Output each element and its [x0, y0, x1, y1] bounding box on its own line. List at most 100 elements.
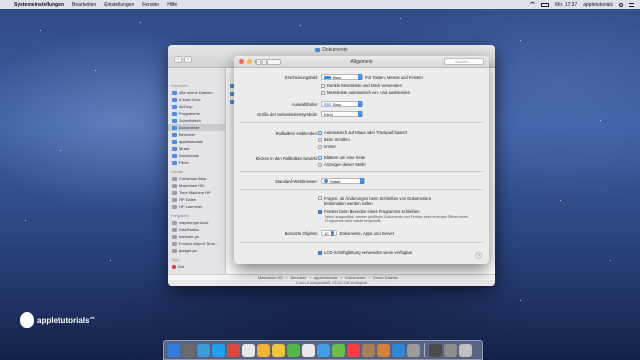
- dock-app-icon[interactable]: [392, 343, 405, 357]
- menu-app-name[interactable]: Systemeinstellungen: [14, 2, 64, 8]
- sidebar-item-shared[interactable]: hamster-pc: [168, 233, 225, 240]
- sidebar-item-device[interactable]: Time Machine HP: [168, 189, 225, 196]
- radio-button[interactable]: [318, 155, 322, 160]
- radio-button[interactable]: [318, 130, 322, 135]
- ask-keep-checkbox[interactable]: [318, 196, 322, 200]
- dark-menu-checkbox[interactable]: [321, 83, 325, 88]
- click-scroll-option[interactable]: Blättern um eine Seite: [318, 155, 365, 160]
- sidebar-item-shared[interactable]: DiskStation: [168, 226, 225, 233]
- radio-button[interactable]: [318, 137, 322, 142]
- notification-center-icon[interactable]: [629, 2, 634, 7]
- dock-app-icon[interactable]: [444, 343, 457, 357]
- dock-app-icon[interactable]: [362, 343, 375, 357]
- apple-logo-icon: [20, 312, 34, 328]
- scrollbars-label: Rollbalken einblenden:: [275, 131, 318, 136]
- sidebar-item-tag-red[interactable]: Rot: [168, 263, 225, 270]
- desktop-icon: [172, 118, 177, 123]
- search-input[interactable]: Suchen: [444, 58, 484, 65]
- sidebar-item-programs[interactable]: Programme: [168, 110, 225, 117]
- spotlight-icon[interactable]: [619, 2, 623, 7]
- dock-app-icon[interactable]: [272, 343, 285, 357]
- menu-item-hilfe[interactable]: Hilfe: [167, 2, 177, 8]
- sidebar-item-shared[interactable]: gadget-pc: [168, 247, 225, 254]
- close-windows-row[interactable]: Fenster beim Beenden eines Programms sch…: [318, 209, 419, 214]
- sidebar-item-users[interactable]: Benutzer: [168, 131, 225, 138]
- highlight-popup[interactable]: Blau ⌃: [321, 101, 363, 107]
- lcd-checkbox[interactable]: [318, 250, 322, 255]
- auto-hide-checkbox[interactable]: [321, 90, 325, 95]
- menu-clock[interactable]: Mo. 17:37: [555, 2, 577, 8]
- back-icon[interactable]: ‹: [174, 56, 182, 63]
- dock-separator: [424, 343, 425, 357]
- dock-app-icon[interactable]: [197, 343, 210, 357]
- dock-app-icon[interactable]: [377, 343, 390, 357]
- red-tag-icon: [172, 264, 176, 269]
- dock-app-icon[interactable]: [257, 343, 270, 357]
- sidebar-size-label: Größe der Seitenleistensymbole:: [257, 112, 318, 117]
- downloads-icon: [172, 153, 177, 158]
- battery-icon[interactable]: [541, 2, 549, 7]
- help-button[interactable]: ?: [475, 252, 482, 259]
- dock-app-icon[interactable]: [302, 343, 315, 357]
- recent-items-stepper[interactable]: 10: [321, 230, 338, 236]
- dock-app-icon[interactable]: [407, 343, 420, 357]
- divider: [240, 171, 483, 172]
- safari-icon: [324, 179, 328, 183]
- scrollbars-option[interactable]: Automatisch auf Maus oder Trackpad basie…: [318, 130, 407, 135]
- dock-app-icon[interactable]: [347, 343, 360, 357]
- sidebar-item-downloads[interactable]: Downloads: [168, 152, 225, 159]
- menu-item-fenster[interactable]: Fenster: [142, 2, 159, 8]
- sidebar-item-movies[interactable]: Filme: [168, 159, 225, 166]
- dock-app-icon[interactable]: [227, 343, 240, 357]
- search-placeholder: Suchen: [455, 59, 469, 64]
- sidebar-item-airdrop[interactable]: AirDrop: [168, 103, 225, 110]
- dock-app-icon[interactable]: [182, 343, 195, 357]
- dark-menu-row[interactable]: Dunkle Menüleiste und Dock verwenden: [321, 83, 402, 88]
- dock-app-icon[interactable]: [212, 343, 225, 357]
- dock-app-icon[interactable]: [317, 343, 330, 357]
- sidebar-item-music[interactable]: Musik: [168, 145, 225, 152]
- menu-item-einstellungen[interactable]: Einstellungen: [104, 2, 134, 8]
- star: [300, 25, 301, 26]
- sidebar-size-popup[interactable]: Klein ⌃: [321, 111, 363, 117]
- close-windows-checkbox[interactable]: [318, 209, 322, 214]
- sidebar-item-device[interactable]: HP Daten: [168, 196, 225, 203]
- sidebar-item-shared[interactable]: raspberrypi.local: [168, 219, 225, 226]
- all-files-icon: [172, 90, 177, 95]
- sidebar-item-device[interactable]: HP Launcher: [168, 203, 225, 210]
- browser-popup[interactable]: Safari ⌃: [321, 178, 365, 184]
- dock-app-icon[interactable]: [429, 343, 442, 357]
- dock-app-icon[interactable]: [167, 343, 180, 357]
- dock-app-icon[interactable]: [242, 343, 255, 357]
- radio-button[interactable]: [318, 144, 322, 149]
- menu-user[interactable]: appletutorials: [583, 2, 613, 8]
- wifi-icon[interactable]: [530, 2, 535, 7]
- scrollbars-option[interactable]: Beim Scrollen: [318, 137, 350, 142]
- scrollbars-option[interactable]: Immer: [318, 144, 336, 149]
- auto-hide-row[interactable]: Menüleiste automatisch ein- und ausblend…: [321, 90, 410, 95]
- dock-app-icon[interactable]: [459, 343, 472, 357]
- sidebar-item-all-files[interactable]: Alle meine Dateien: [168, 89, 225, 96]
- radio-button[interactable]: [318, 162, 322, 167]
- sidebar-item-desktop[interactable]: Schreibtisch: [168, 117, 225, 124]
- forward-icon[interactable]: ›: [184, 56, 192, 63]
- sidebar-head-shared: Freigaben: [171, 213, 190, 218]
- sidebar-item-shared[interactable]: Fronius Airport Time…: [168, 240, 225, 247]
- home-icon: [172, 139, 177, 144]
- sidebar-item-icloud[interactable]: iCloud Drive: [168, 96, 225, 103]
- dock-app-icon[interactable]: [332, 343, 345, 357]
- chevron-down-icon: ⌃: [358, 74, 362, 80]
- color-swatch: [324, 102, 331, 106]
- sidebar-item-device[interactable]: Christmas iMac: [168, 175, 225, 182]
- sidebar-item-documents[interactable]: Dokumente: [168, 124, 225, 131]
- lcd-row[interactable]: LCD-Schriftglättung verwenden wenn verfü…: [318, 250, 412, 255]
- click-scroll-option[interactable]: Anzeigen dieser Stelle: [318, 162, 366, 167]
- dock-app-icon[interactable]: [287, 343, 300, 357]
- finder-title: Dokumente: [168, 47, 495, 53]
- appearance-popup[interactable]: Blau ⌃: [321, 74, 363, 80]
- sidebar-item-home[interactable]: appletutorials: [168, 138, 225, 145]
- menu-item-bearbeiten[interactable]: Bearbeiten: [72, 2, 96, 8]
- ask-keep-row[interactable]: Fragen, ob Änderungen beim Schließen von…: [318, 196, 438, 206]
- sidebar-item-device[interactable]: Macintosh HD: [168, 182, 225, 189]
- logo-text: appletutorials.de: [37, 315, 95, 325]
